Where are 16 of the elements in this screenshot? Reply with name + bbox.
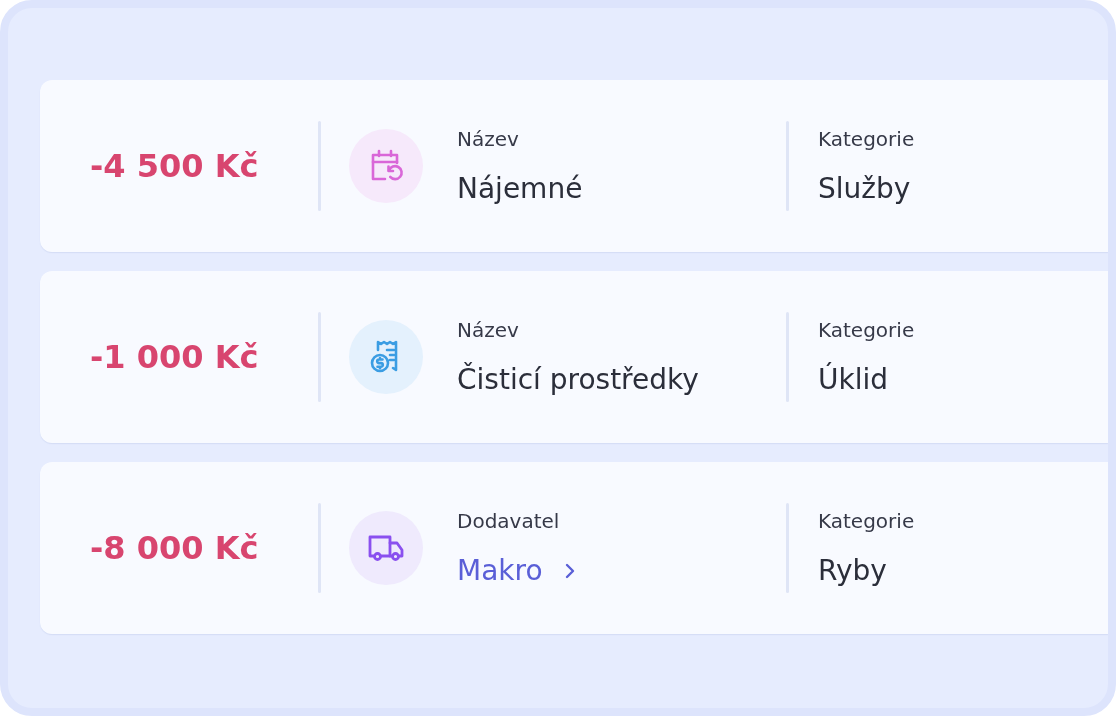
amount-text: -4 500 Kč	[90, 147, 260, 185]
category-label: Kategorie	[818, 126, 915, 151]
chevron-right-icon	[564, 562, 575, 579]
field-value: Nájemné	[457, 171, 583, 206]
category-value: Služby	[818, 171, 911, 206]
supplier-link[interactable]: Makro	[457, 553, 575, 588]
amount-text: -8 000 Kč	[90, 529, 260, 567]
category-label: Kategorie	[818, 317, 915, 342]
amount-text: -1 000 Kč	[90, 338, 260, 376]
field-label: Název	[457, 126, 519, 151]
field-value: Čisticí prostředky	[457, 362, 699, 397]
category-label: Kategorie	[818, 508, 915, 533]
category-value: Úklid	[818, 362, 889, 397]
category-value: Ryby	[818, 553, 887, 588]
field-label: Název	[457, 317, 519, 342]
field-label: Dodavatel	[457, 508, 560, 533]
